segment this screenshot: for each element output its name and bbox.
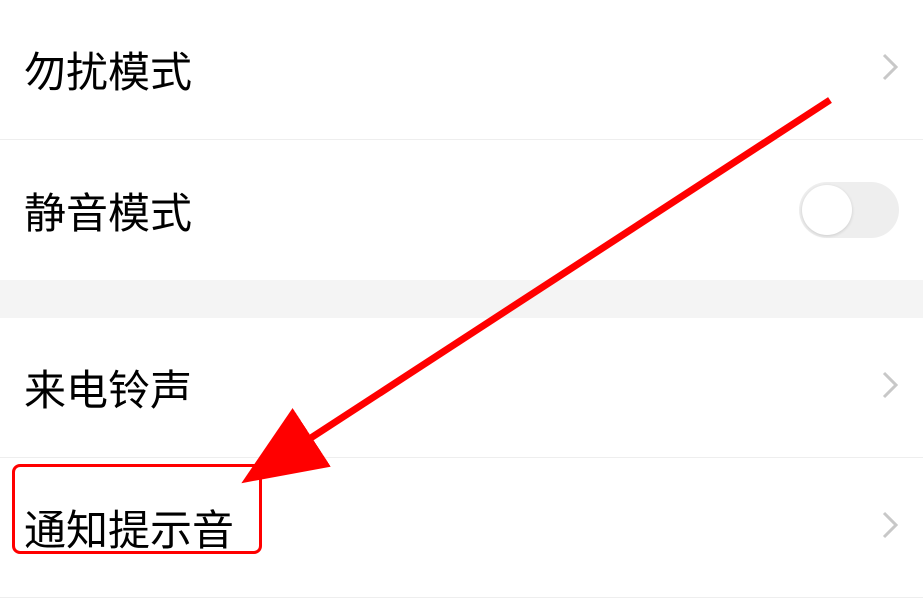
- section-divider: [0, 280, 923, 318]
- notification-sound-label: 通知提示音: [24, 497, 234, 558]
- notification-sound-item[interactable]: 通知提示音: [0, 458, 923, 598]
- ringtone-label: 来电铃声: [24, 357, 192, 418]
- chevron-right-icon: [881, 52, 899, 87]
- silent-mode-toggle[interactable]: [799, 182, 899, 238]
- do-not-disturb-item[interactable]: 勿扰模式: [0, 0, 923, 140]
- ringtone-item[interactable]: 来电铃声: [0, 318, 923, 458]
- toggle-knob: [802, 185, 852, 235]
- silent-mode-label: 静音模式: [24, 180, 192, 241]
- chevron-right-icon: [881, 510, 899, 545]
- do-not-disturb-label: 勿扰模式: [24, 39, 192, 100]
- silent-mode-item[interactable]: 静音模式: [0, 140, 923, 280]
- chevron-right-icon: [881, 370, 899, 405]
